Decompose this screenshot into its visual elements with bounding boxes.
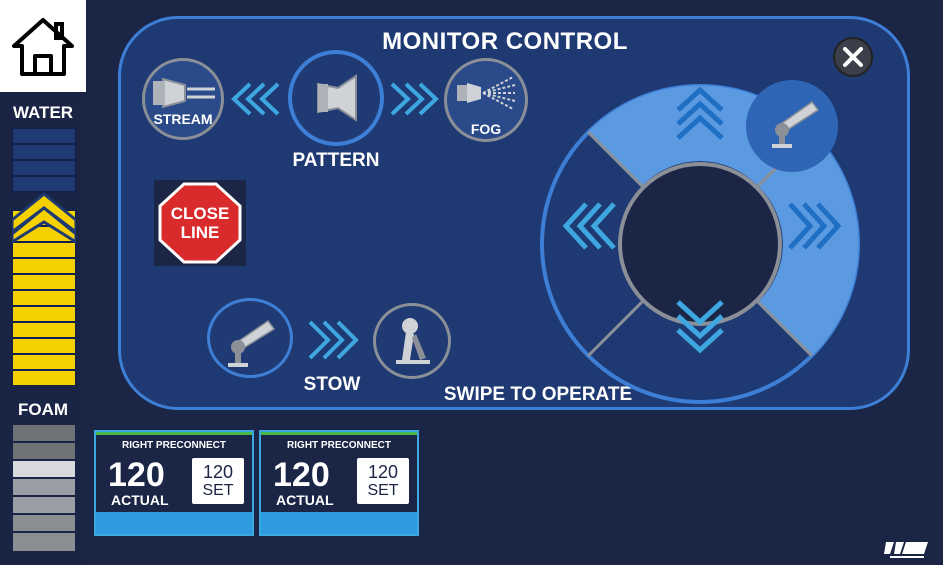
- pattern-button[interactable]: [288, 50, 384, 146]
- monitor-deployed-button[interactable]: [207, 298, 293, 378]
- stow-label: STOW: [303, 374, 361, 395]
- set-value: 120: [367, 462, 399, 482]
- close-button[interactable]: [833, 37, 873, 77]
- actual-label: ACTUAL: [111, 492, 169, 508]
- stream-nozzle-icon: [153, 77, 215, 109]
- set-box[interactable]: 120 SET: [357, 458, 409, 504]
- close-icon: [843, 47, 863, 67]
- set-value: 120: [202, 462, 234, 482]
- foam-label: FOAM: [17, 400, 69, 419]
- fog-nozzle-icon: [457, 76, 516, 110]
- chevron-left-icon: [231, 82, 280, 116]
- card-name: RIGHT PRECONNECT: [287, 440, 391, 451]
- foam-level-bar: [12, 424, 76, 553]
- close-line-label-1: CLOSE: [170, 204, 230, 223]
- preconnect-card[interactable]: RIGHT PRECONNECT 120 ACTUAL 120 SET: [259, 430, 419, 536]
- card-name: RIGHT PRECONNECT: [122, 440, 226, 451]
- stream-label: STREAM: [153, 111, 213, 127]
- pattern-label: PATTERN: [292, 150, 380, 171]
- close-line-button[interactable]: CLOSE LINE: [154, 180, 246, 266]
- monitor-icon: [772, 100, 820, 148]
- joystick-center: [618, 162, 782, 326]
- monitor-stowed-icon: [396, 318, 430, 364]
- monitor-position-indicator: [746, 80, 838, 172]
- page-title: MONITOR CONTROL: [382, 28, 628, 55]
- actual-value: 120: [273, 456, 330, 494]
- fog-label: FOG: [470, 121, 502, 137]
- chevron-right-icon: [390, 82, 439, 116]
- chevron-right-icon: [308, 320, 359, 360]
- fog-button[interactable]: FOG: [444, 58, 528, 142]
- water-label: WATER: [12, 103, 74, 122]
- home-button[interactable]: [0, 0, 86, 92]
- monitor-deployed-icon: [228, 319, 276, 367]
- actual-value: 120: [108, 456, 165, 494]
- home-icon: [12, 18, 74, 76]
- preconnect-card[interactable]: RIGHT PRECONNECT 120 ACTUAL 120 SET: [94, 430, 254, 536]
- actual-label: ACTUAL: [276, 492, 334, 508]
- close-line-label-2: LINE: [180, 223, 220, 242]
- stream-button[interactable]: STREAM: [142, 58, 224, 140]
- set-box[interactable]: 120 SET: [192, 458, 244, 504]
- nozzle-icon: [317, 74, 357, 122]
- water-level-bar: [12, 128, 76, 386]
- brand-logo: [884, 542, 928, 558]
- set-label: SET: [202, 482, 234, 499]
- monitor-stowed-button[interactable]: [373, 303, 451, 379]
- set-label: SET: [367, 482, 399, 499]
